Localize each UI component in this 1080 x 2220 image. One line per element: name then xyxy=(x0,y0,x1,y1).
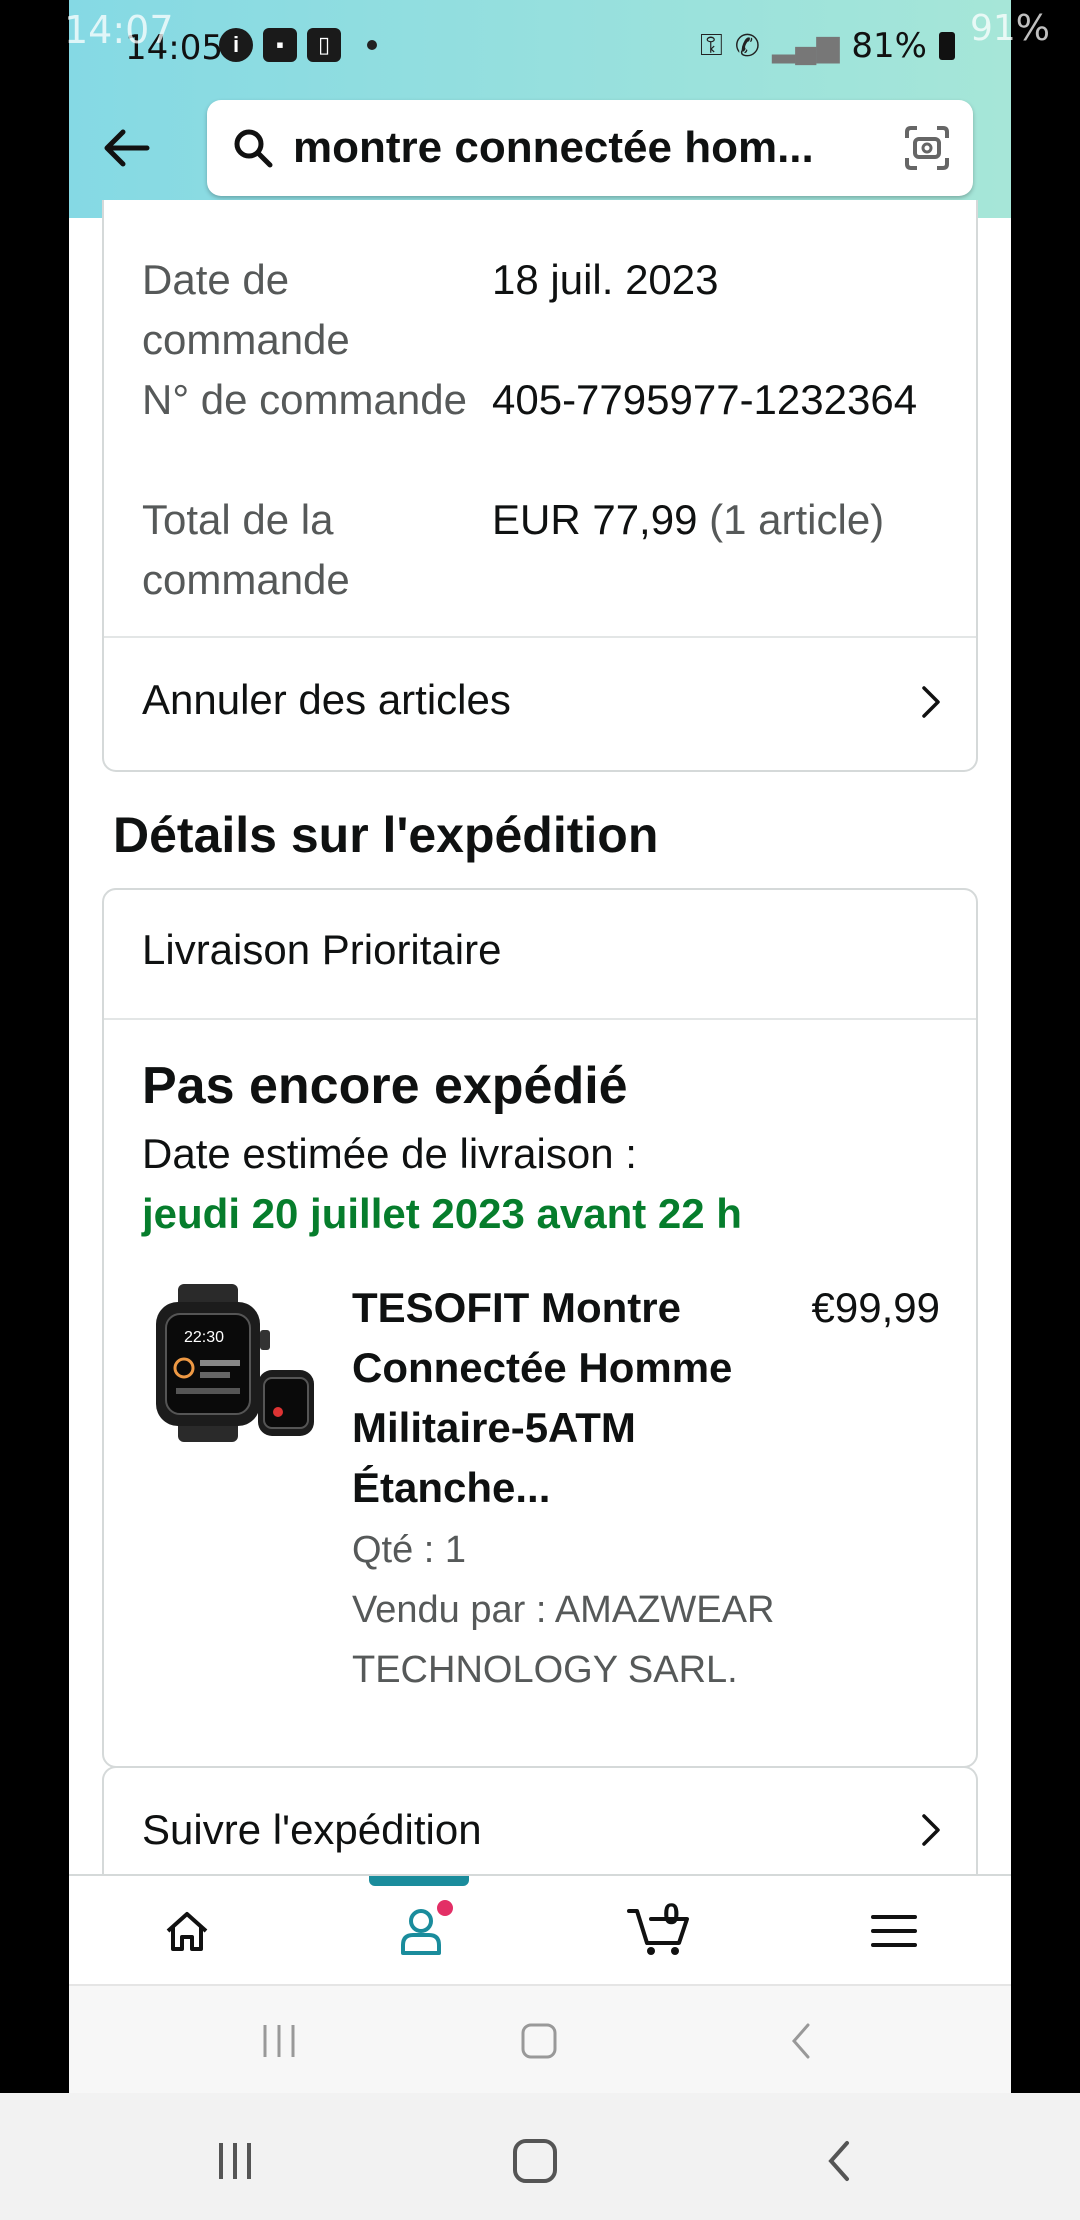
order-total-label: Total de la commande xyxy=(142,496,350,603)
more-notifications-icon xyxy=(367,40,377,50)
search-bar[interactable]: montre connectée hom... xyxy=(207,100,973,196)
shipment-card: Livraison Prioritaire Pas encore expédié… xyxy=(102,888,978,1768)
back-button-icon[interactable] xyxy=(771,2016,831,2066)
order-total-amount: EUR 77,99 xyxy=(492,496,698,543)
order-total-value: EUR 77,99 (1 article) xyxy=(492,490,962,550)
system-icons: ⚿ ✆ ▂▄▆ 81% xyxy=(700,26,955,66)
chevron-right-icon xyxy=(922,1814,940,1846)
status-clock: 14:05 xyxy=(125,28,223,68)
estimated-delivery-label: Date estimée de livraison : xyxy=(142,1130,637,1177)
chevron-right-icon xyxy=(922,686,940,718)
estimated-delivery-date: jeudi 20 juillet 2023 avant 22 h xyxy=(142,1190,742,1237)
notification-dot xyxy=(437,1900,453,1916)
nav-cart[interactable]: 0 xyxy=(541,1876,776,1986)
recent-apps-icon[interactable] xyxy=(249,2016,309,2066)
camera-search-icon[interactable] xyxy=(903,124,951,172)
shipping-method: Livraison Prioritaire xyxy=(142,926,502,973)
order-summary-card: Date de commande 18 juil. 2023 N° de com… xyxy=(102,200,978,772)
order-date-value: 18 juil. 2023 xyxy=(492,256,719,303)
outer-back-button-icon[interactable] xyxy=(804,2131,874,2191)
nav-home[interactable] xyxy=(69,1876,304,1986)
home-icon xyxy=(166,1912,207,1951)
cart-icon xyxy=(626,1909,689,1955)
gallery-icon: ▪ xyxy=(263,28,297,62)
search-input[interactable]: montre connectée hom... xyxy=(293,123,863,173)
battery-level: 81% xyxy=(851,26,927,66)
nav-menu[interactable] xyxy=(776,1876,1011,1986)
app-screen: 14:05 i ▪ ▯ ⚿ ✆ ▂▄▆ 81% montre connectée xyxy=(69,0,1011,2093)
divider xyxy=(104,1018,976,1020)
device-icon: ▯ xyxy=(307,28,341,62)
order-item-count: (1 article) xyxy=(709,496,885,543)
header: 14:05 i ▪ ▯ ⚿ ✆ ▂▄▆ 81% montre connectée xyxy=(69,0,1011,218)
inner-system-navigation xyxy=(69,1984,1011,2093)
outer-system-navigation xyxy=(0,2093,1080,2220)
home-button-icon[interactable] xyxy=(509,2016,569,2066)
menu-icon xyxy=(870,1915,917,1947)
product-quantity: Qté : 1 xyxy=(352,1529,467,1571)
signal-icon: ▂▄▆ xyxy=(772,29,840,63)
product-image[interactable]: 22:30 xyxy=(148,1280,318,1450)
nav-account[interactable] xyxy=(305,1876,540,1986)
watch-face-time: 22:30 xyxy=(184,1329,224,1346)
outer-recent-apps-icon[interactable] xyxy=(200,2131,270,2191)
shipment-status: Pas encore expédié xyxy=(142,1057,628,1115)
cancel-items-label: Annuler des articles xyxy=(142,676,511,723)
notification-icons: i ▪ ▯ xyxy=(219,28,377,62)
product-title-link[interactable]: TESOFIT Montre Connectée Homme Militaire… xyxy=(352,1278,752,1518)
info-icon: i xyxy=(219,28,253,62)
bottom-navigation: 0 xyxy=(69,1874,1011,1984)
cart-count: 0 xyxy=(663,1898,680,1931)
back-arrow-icon[interactable] xyxy=(91,118,161,178)
order-number-label: N° de commande xyxy=(142,376,467,423)
product-seller: Vendu par : AMAZWEAR TECHNOLOGY SARL. xyxy=(352,1589,775,1691)
cancel-items-row[interactable]: Annuler des articles xyxy=(104,638,976,770)
product-price: €99,99 xyxy=(811,1284,940,1331)
status-bar: 14:05 i ▪ ▯ ⚿ ✆ ▂▄▆ 81% xyxy=(69,0,1011,90)
battery-icon xyxy=(939,32,955,60)
wifi-calling-icon: ✆ xyxy=(734,29,761,63)
track-shipment-label: Suivre l'expédition xyxy=(142,1806,482,1853)
key-icon: ⚿ xyxy=(700,29,723,62)
order-number-value: 405-7795977-1232364 xyxy=(492,376,918,423)
shipment-section-title: Détails sur l'expédition xyxy=(113,807,659,863)
order-date-label: Date de commande xyxy=(142,256,350,363)
outer-home-button-icon[interactable] xyxy=(500,2131,570,2191)
search-icon xyxy=(229,124,277,172)
